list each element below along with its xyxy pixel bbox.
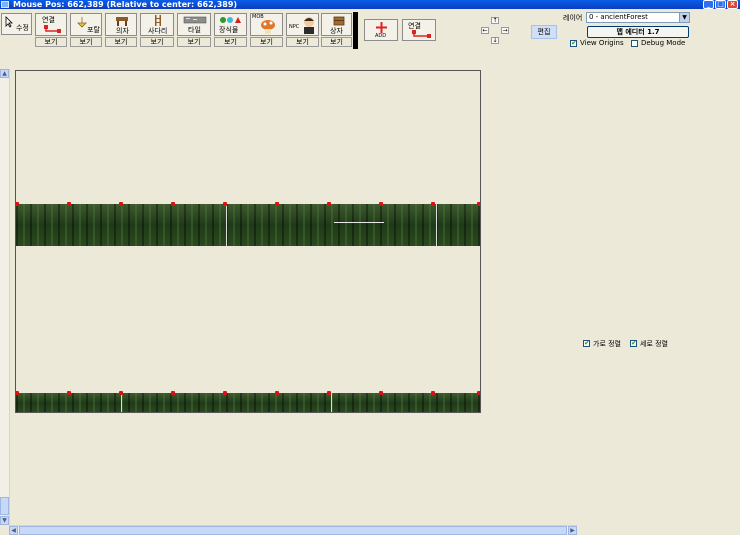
foothold-node[interactable] [275,391,279,395]
foothold-node[interactable] [379,202,383,206]
view-tile-button[interactable]: 보기 [177,37,211,47]
scroll-down-button[interactable]: ▼ [0,516,9,525]
tool-portal-label: 포탈 [87,26,100,34]
view-portal-button[interactable]: 보기 [70,37,102,47]
tool-chair-label: 의자 [116,27,129,35]
close-button[interactable]: × [727,0,738,9]
window-title: Mouse Pos: 662,389 (Relative to center: … [13,0,238,9]
tool-box-label: 상자 [330,27,343,35]
foliage-platform-lower [16,393,480,412]
foothold-node[interactable] [171,391,175,395]
add-label: ADD [375,33,387,39]
view-npc-button[interactable]: 보기 [286,37,319,47]
tool-chair-button[interactable]: 의자 [105,13,137,36]
foothold-node[interactable] [477,202,480,206]
foothold-node[interactable] [379,391,383,395]
origin-marker [331,393,332,412]
scroll-up-button[interactable]: ▲ [0,69,9,78]
origin-marker [121,393,122,412]
selection-line [334,222,384,223]
view-mob-button[interactable]: 보기 [250,37,283,47]
box-icon [333,16,345,26]
view-decoration-button[interactable]: 보기 [214,37,247,47]
debug-mode-checkbox[interactable] [631,40,638,47]
view-origins-checkbox[interactable]: ✔ [570,40,577,47]
arrow-right-button[interactable]: → [501,27,509,34]
ladder-icon [155,15,161,26]
origin-marker [226,204,227,246]
app-icon [1,1,9,8]
map-canvas[interactable] [15,70,481,413]
plus-icon [376,22,387,33]
vertical-scrollbar[interactable]: ▲ ▼ [0,69,10,525]
select-tool-button[interactable]: 수정 [1,13,32,35]
tool-ladder-button[interactable]: 사다리 [140,13,174,36]
npc-icon [304,17,314,34]
view-box-button[interactable]: 보기 [321,37,352,47]
cursor-arrow-icon [5,16,13,28]
connect-mode-button[interactable]: 연결 [402,19,436,41]
foothold-node[interactable] [223,202,227,206]
foothold-node[interactable] [223,391,227,395]
tool-tile-button[interactable]: 타일 [177,13,211,36]
foothold-node[interactable] [67,391,71,395]
arrow-left-button[interactable]: ← [481,27,489,34]
tool-decoration-label: 장식물 [219,26,239,34]
tool-box-button[interactable]: 상자 [321,13,352,36]
debug-mode-label: Debug Mode [641,39,686,47]
chevron-down-icon[interactable]: ▼ [679,13,689,22]
arrow-up-button[interactable]: ↑ [491,17,499,24]
minimize-button[interactable]: _ [703,0,714,9]
foothold-node[interactable] [16,391,19,395]
foothold-node[interactable] [171,202,175,206]
vertical-align-label: 세로 정렬 [640,340,668,348]
decoration-icon [220,17,241,23]
foothold-node[interactable] [67,202,71,206]
foothold-node[interactable] [477,391,480,395]
toolbar-divider [353,12,358,49]
foothold-node[interactable] [431,202,435,206]
view-origins-label: View Origins [580,39,624,47]
tool-npc-label: NPC [289,24,300,30]
layer-select-value: 0 - ancientForest [589,13,648,21]
connection-icon [44,25,61,33]
tool-npc-button[interactable]: NPC [286,13,319,36]
connection-icon [412,30,431,38]
mob-icon [261,20,275,34]
edit-button[interactable]: 편집 [531,25,557,39]
tool-tile-label: 타일 [188,26,201,34]
horizontal-align-checkbox[interactable]: ✔ [583,340,590,347]
window-title-bar: Mouse Pos: 662,389 (Relative to center: … [0,0,740,9]
view-ladder-button[interactable]: 보기 [140,37,174,47]
foothold-node[interactable] [119,391,123,395]
tool-connect-button[interactable]: 연결 [35,13,67,36]
origin-marker [436,204,437,246]
layer-label: 레이어 [563,14,583,22]
chair-icon [116,17,128,26]
layer-select[interactable]: 0 - ancientForest ▼ [586,12,690,23]
foothold-node[interactable] [327,391,331,395]
view-connect-button[interactable]: 보기 [35,37,67,47]
select-tool-label: 수정 [16,24,29,32]
tool-decoration-button[interactable]: 장식물 [214,13,247,36]
horizontal-align-label: 가로 정렬 [593,340,621,348]
tool-portal-button[interactable]: 포탈 [70,13,102,36]
foothold-node[interactable] [16,202,19,206]
map-editor-button[interactable]: 맵 에디터 1.7 [587,26,689,38]
vertical-scroll-thumb[interactable] [0,497,9,515]
foothold-node[interactable] [275,202,279,206]
tool-ladder-label: 사다리 [148,27,168,35]
foothold-node[interactable] [431,391,435,395]
view-chair-button[interactable]: 보기 [105,37,137,47]
foliage-platform-upper [16,204,480,246]
tool-mob-button[interactable]: MOB [250,13,283,36]
vertical-align-checkbox[interactable]: ✔ [630,340,637,347]
tile-icon [183,16,207,24]
add-button[interactable]: ADD [364,19,398,41]
arrow-down-button[interactable]: ↓ [491,37,499,44]
foothold-node[interactable] [327,202,331,206]
maximize-button[interactable]: □ [715,0,726,9]
foothold-node[interactable] [119,202,123,206]
